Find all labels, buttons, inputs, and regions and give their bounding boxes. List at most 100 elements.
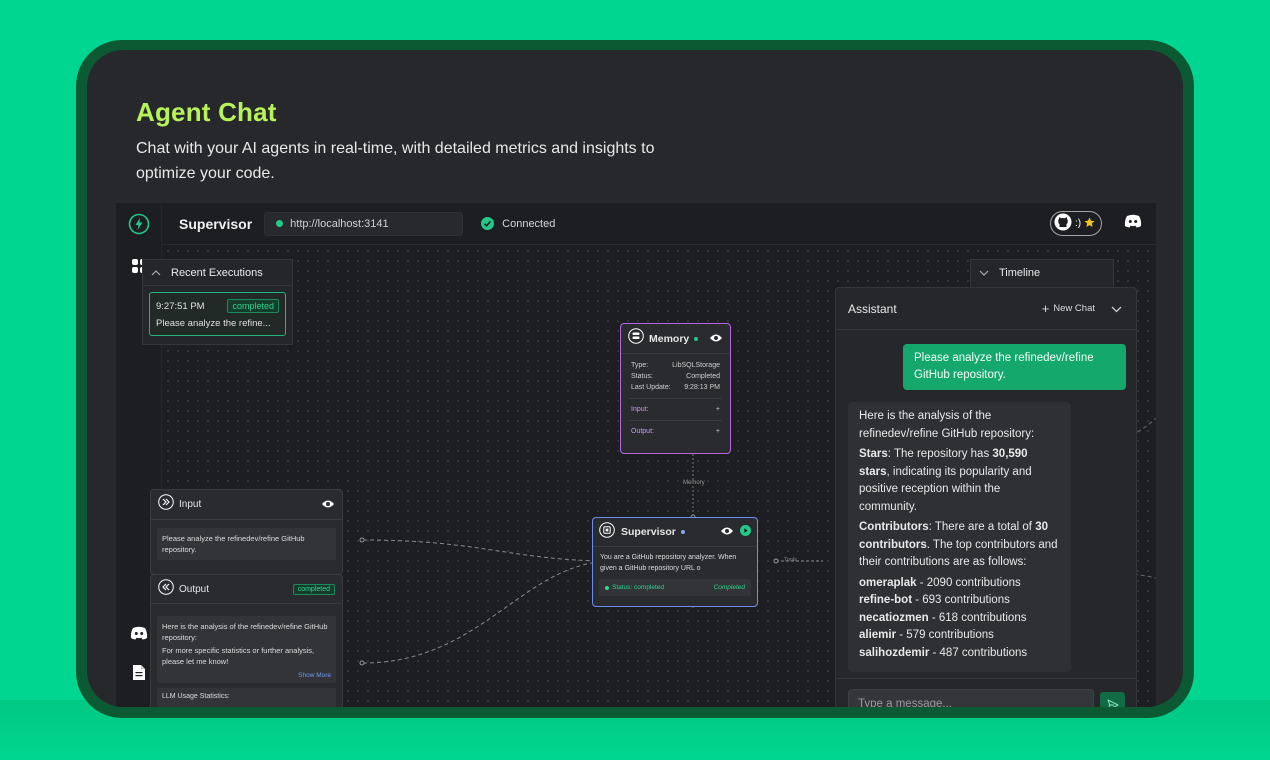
timeline-title: Timeline — [999, 267, 1041, 279]
memory-output-row[interactable]: Output: + — [629, 420, 722, 442]
eye-icon[interactable] — [709, 330, 723, 348]
eye-icon[interactable] — [720, 523, 734, 541]
device-frame: Agent Chat Chat with your AI agents in r… — [76, 40, 1194, 718]
contributor-item: aliemir - 579 contributions — [859, 629, 994, 641]
output-node-text: Here is the analysis of the refinedev/re… — [157, 616, 336, 683]
memory-node[interactable]: Memory Type: LibSQLStorage Status: Complet… — [620, 323, 731, 454]
memory-update-value: 9:28:13 PM — [684, 384, 720, 391]
chevron-down-icon[interactable] — [1111, 302, 1122, 316]
memory-update-row: Last Update: 9:28:13 PM — [631, 382, 720, 393]
execution-status-badge: completed — [227, 299, 279, 313]
contributor-item: necatiozmen - 618 contributions — [859, 611, 1027, 624]
chevron-down-icon — [979, 270, 989, 276]
server-url: http://localhost:3141 — [290, 217, 389, 230]
memory-status-label: Status: — [631, 373, 653, 380]
memory-type-value: LibSQLStorage — [672, 362, 720, 369]
contributors-paragraph: Contributors: There are a total of 30 co… — [859, 521, 1058, 568]
send-icon — [1106, 698, 1119, 707]
user-message: Please analyze the refinedev/refine GitH… — [903, 344, 1126, 390]
supervisor-status-bar: Status: completed Completed — [599, 579, 751, 596]
document-icon[interactable] — [128, 661, 150, 683]
discord-icon[interactable] — [1124, 214, 1142, 233]
connection-status: Connected — [481, 217, 555, 230]
assistant-chat-panel: Assistant + New Chat Please analyze the … — [835, 287, 1137, 707]
input-node-text: Please analyze the refinedev/refine GitH… — [157, 528, 336, 560]
contributor-item: omeraplak - 2090 contributions — [859, 576, 1021, 589]
recent-executions-title: Recent Executions — [171, 266, 263, 279]
star-icon — [1084, 217, 1095, 231]
output-line-1: Here is the analysis of the refinedev/re… — [162, 622, 328, 642]
database-icon — [628, 328, 644, 349]
chat-header: Assistant + New Chat — [836, 288, 1136, 330]
memory-update-label: Last Update: — [631, 384, 671, 391]
input-node-title: Input — [179, 499, 202, 510]
contributor-item: salihozdemir - 487 contributions — [859, 646, 1028, 659]
execution-item[interactable]: 9:27:51 PM completed Please analyze the … — [149, 292, 286, 336]
memory-status-dot — [694, 336, 699, 341]
hero-title: Agent Chat — [136, 97, 277, 127]
memory-output-label: Output: — [631, 428, 654, 435]
memory-title: Memory — [649, 332, 690, 345]
output-status-badge: completed — [292, 583, 335, 595]
execution-text: Please analyze the refine... — [156, 318, 271, 329]
stars-paragraph: Stars: The repository has 30,590 stars, … — [859, 448, 1032, 513]
chevron-up-icon — [151, 270, 161, 276]
memory-type-row: Type: LibSQLStorage — [631, 360, 720, 371]
input-node[interactable]: Input Please analyze the refinedev/refin… — [150, 489, 343, 575]
github-icon — [1054, 213, 1072, 234]
plus-icon: + — [715, 428, 720, 435]
supervisor-node[interactable]: Supervisor You are a GitHub repository a… — [592, 517, 758, 607]
supervisor-status-right: Completed — [713, 584, 745, 591]
lightning-icon[interactable] — [128, 213, 150, 235]
new-chat-button[interactable]: + New Chat — [1042, 301, 1095, 316]
message-input[interactable] — [848, 689, 1094, 707]
screen: Agent Chat Chat with your AI agents in r… — [87, 50, 1183, 707]
plus-icon: + — [715, 406, 720, 413]
execution-time: 9:27:51 PM — [156, 300, 205, 312]
agent-icon — [599, 521, 615, 543]
chevrons-left-icon — [158, 578, 174, 600]
github-star-button[interactable]: :) — [1050, 211, 1102, 236]
llm-usage-stats: LLM Usage Statistics: — [157, 688, 336, 707]
memory-status-value: Completed — [686, 373, 720, 380]
server-url-field[interactable]: http://localhost:3141 — [264, 211, 464, 236]
assistant-intro: Here is the analysis of the refinedev/re… — [859, 410, 1035, 440]
memory-input-label: Input: — [631, 406, 649, 413]
show-more-link[interactable]: Show More — [162, 670, 331, 681]
output-node-title: Output — [179, 583, 210, 595]
output-line-2: For more specific statistics or further … — [162, 646, 315, 666]
recent-executions-panel: Recent Executions 9:27:51 PM completed P… — [142, 259, 293, 345]
chat-input-bar — [836, 678, 1136, 707]
plus-icon: + — [1041, 301, 1050, 316]
memory-status-row: Status: Completed — [631, 371, 720, 382]
connection-label: Connected — [502, 217, 556, 230]
edge-label-memory: Memory — [682, 480, 706, 486]
send-button[interactable] — [1100, 692, 1125, 707]
recent-executions-header[interactable]: Recent Executions — [143, 260, 292, 286]
check-icon — [481, 217, 495, 230]
github-pill-text: :) — [1075, 218, 1082, 229]
supervisor-prompt: You are a GitHub repository analyzer. Wh… — [600, 554, 737, 572]
new-chat-label: New Chat — [1053, 303, 1095, 314]
hero-subtitle: Chat with your AI agents in real-time, w… — [136, 140, 655, 182]
assistant-message: Here is the analysis of the refinedev/re… — [848, 402, 1071, 672]
flow-canvas[interactable]: Memory Tools Recent Executions 9:27:51 P… — [142, 246, 1156, 707]
supervisor-node-title: Supervisor — [621, 526, 676, 538]
eye-icon[interactable] — [321, 496, 335, 514]
memory-type-label: Type: — [631, 362, 649, 369]
chat-title: Assistant — [848, 301, 897, 316]
discord-icon[interactable] — [128, 622, 150, 644]
supervisor-status-dot — [680, 530, 685, 534]
agent-title: Supervisor — [179, 215, 253, 232]
supervisor-status: Status: completed — [612, 584, 665, 591]
output-node[interactable]: Output completed Here is the analysis of… — [150, 574, 343, 707]
contributor-item: refine-bot - 693 contributions — [859, 594, 1010, 606]
top-bar: Supervisor http://localhost:3141 Connect… — [162, 203, 1156, 245]
play-icon[interactable] — [740, 523, 751, 541]
edge-label-tools: Tools — [784, 557, 797, 563]
chevrons-right-icon — [158, 494, 174, 515]
memory-input-row[interactable]: Input: + — [629, 398, 722, 420]
app-window: Supervisor http://localhost:3141 Connect… — [116, 203, 1156, 707]
timeline-header[interactable]: Timeline — [971, 260, 1113, 286]
url-status-dot — [276, 220, 284, 227]
